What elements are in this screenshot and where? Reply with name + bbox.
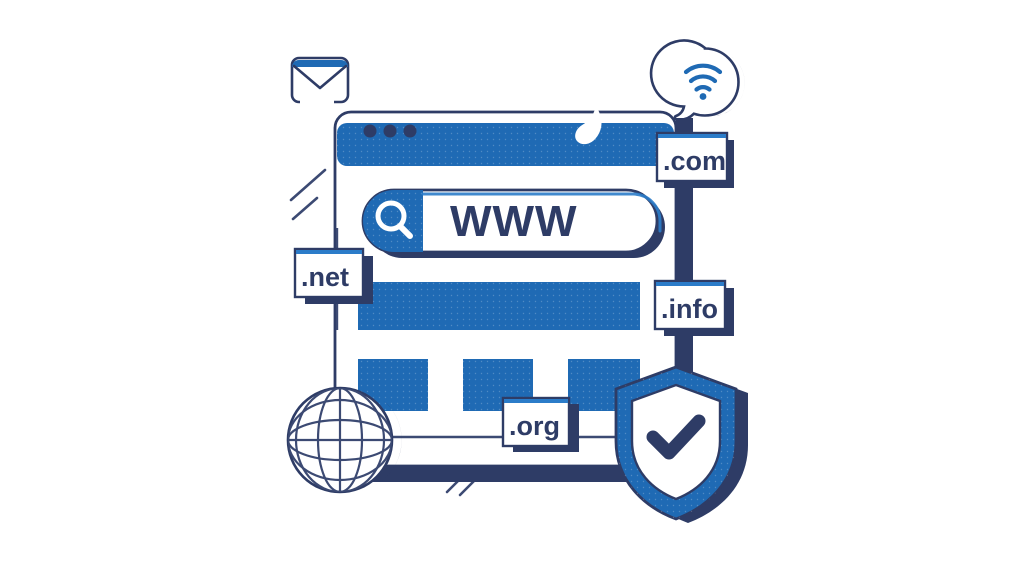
illustration-stage: WWW .com .info .net .org <box>0 0 1024 576</box>
search-bar[interactable]: WWW <box>361 188 665 258</box>
titlebar-dot-3[interactable] <box>403 124 417 138</box>
tag-org[interactable]: .org <box>501 396 579 452</box>
tag-com-label: .com <box>663 146 726 176</box>
tag-com[interactable]: .com <box>655 131 734 188</box>
tag-info[interactable]: .info <box>653 279 734 336</box>
search-value: WWW <box>450 197 578 246</box>
envelope-icon <box>290 56 350 104</box>
tag-info-label: .info <box>661 294 718 324</box>
tag-org-label: .org <box>509 411 560 441</box>
domain-illustration: WWW .com .info .net .org <box>0 0 1024 576</box>
titlebar-dot-2[interactable] <box>383 124 397 138</box>
tag-net-label: .net <box>301 262 349 292</box>
content-banner[interactable] <box>358 282 640 330</box>
tag-net[interactable]: .net <box>293 247 373 304</box>
titlebar-dot-1[interactable] <box>363 124 377 138</box>
